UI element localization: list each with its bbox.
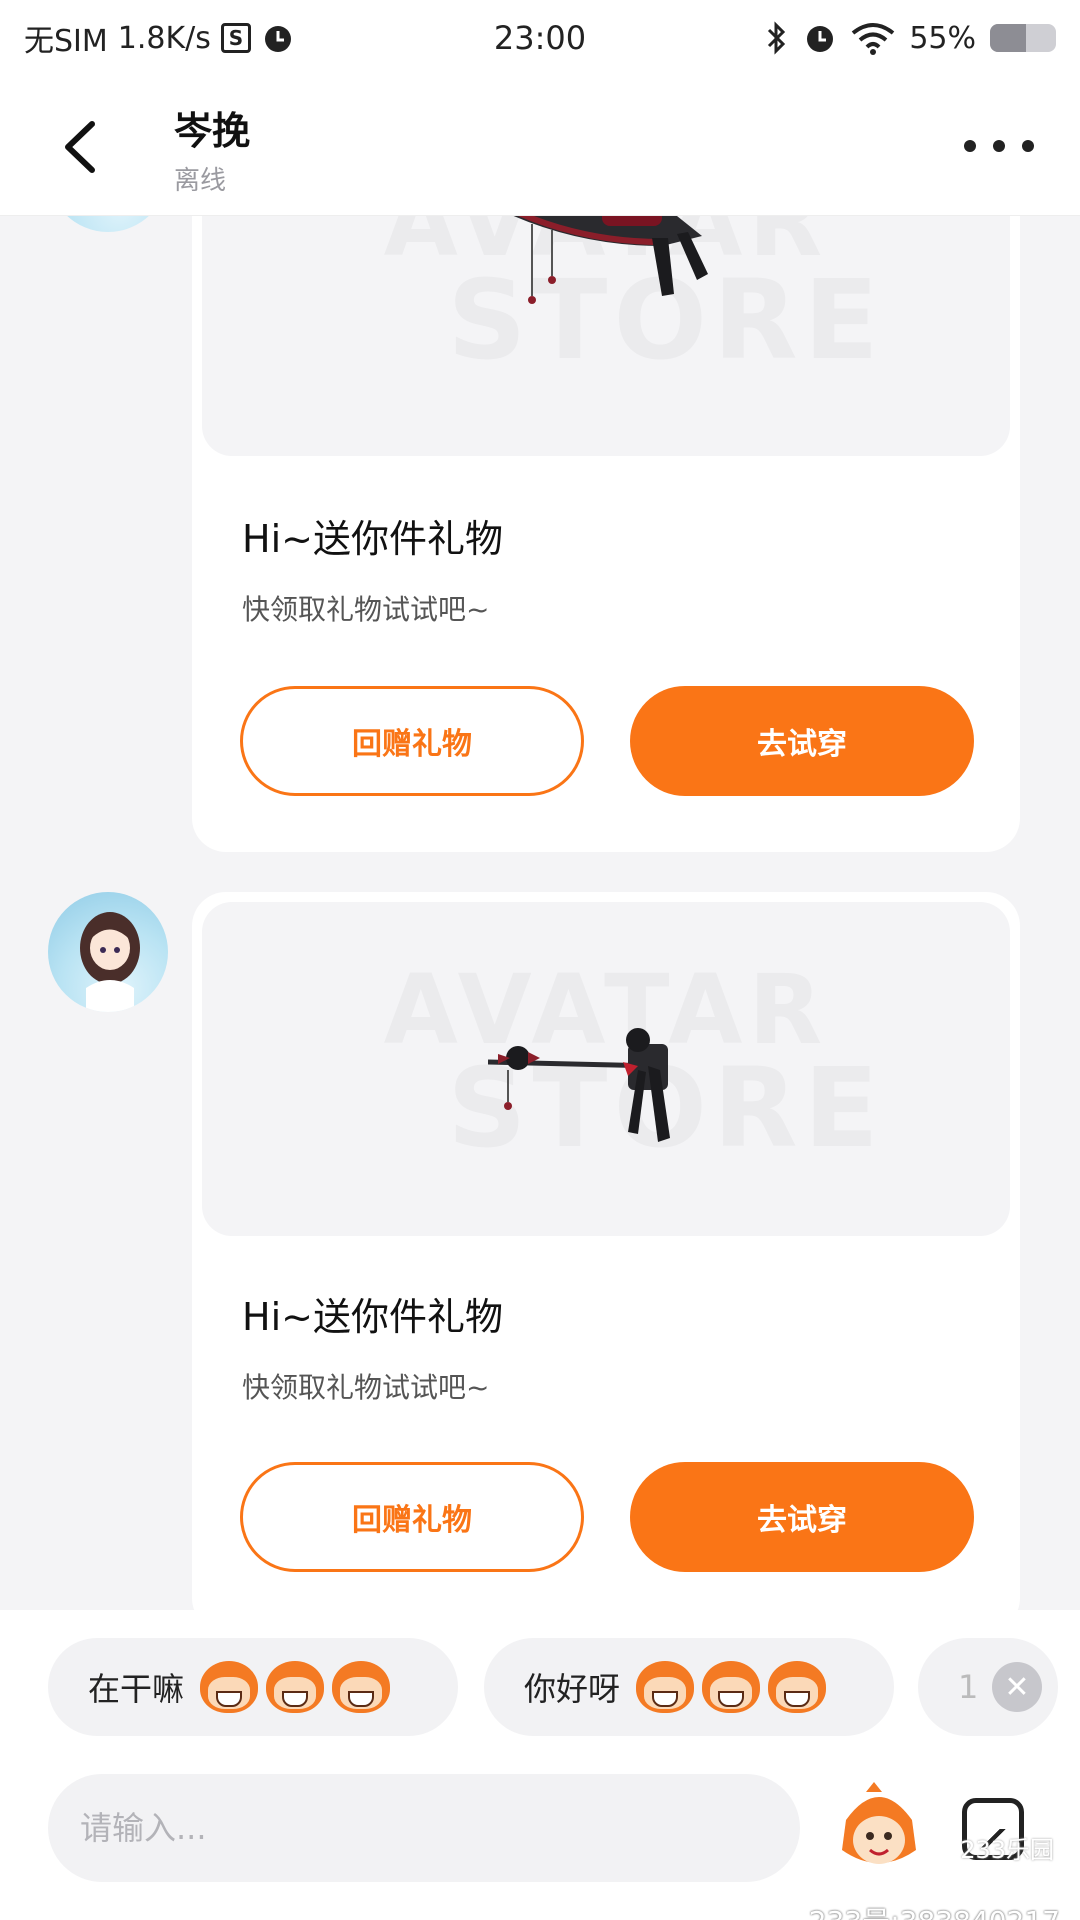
battery-icon <box>990 24 1056 52</box>
blush-emoji-icon <box>768 1661 827 1713</box>
quick-reply-bar: 在干嘛 你好呀 1 ✕ <box>0 1610 1080 1760</box>
dot-icon <box>993 140 1005 152</box>
quick-reply-chip[interactable]: 你好呀 <box>484 1638 894 1736</box>
gift-title: Hi~送你件礼物 <box>242 1295 503 1339</box>
bluetooth-icon <box>768 21 786 55</box>
mascot-icon <box>842 1782 916 1864</box>
dot-icon <box>1022 140 1034 152</box>
return-gift-button[interactable]: 回赠礼物 <box>240 1462 584 1572</box>
quick-reply-chip[interactable]: 在干嘛 <box>48 1638 458 1736</box>
back-button[interactable] <box>52 112 112 182</box>
quick-reply-text: 在干嘛 <box>88 1670 185 1708</box>
battery-percent: 55% <box>909 20 976 56</box>
status-right: 55% <box>765 20 1056 56</box>
chevron-left-icon <box>65 121 95 173</box>
grin-emoji-icon <box>332 1661 391 1713</box>
input-bar: 233乐园 233号:383840217 <box>0 1760 1080 1920</box>
more-options-button[interactable] <box>964 126 1034 166</box>
grin-emoji-icon <box>266 1661 325 1713</box>
status-left: 无SIM 1.8K/s S <box>24 16 295 60</box>
gift-hat-icon <box>513 216 708 304</box>
blush-emoji-icon <box>636 1661 695 1713</box>
sender-avatar[interactable] <box>48 216 168 232</box>
alarm-icon <box>264 26 291 52</box>
emoji-mascot-button[interactable] <box>836 1780 922 1874</box>
blush-emoji-icon <box>702 1661 761 1713</box>
quick-reply-text: 你好呀 <box>524 1670 621 1708</box>
network-speed: 1.8K/s <box>117 20 211 56</box>
avatar-girl-icon <box>80 912 140 1012</box>
grin-emoji-icon <box>200 1661 259 1713</box>
close-quick-replies-button[interactable]: ✕ <box>992 1662 1042 1712</box>
alarm-icon <box>807 26 834 52</box>
try-on-button[interactable]: 去试穿 <box>630 1462 974 1572</box>
gift-preview-image[interactable]: AVATAR STORE <box>202 902 1010 1236</box>
battery-fill <box>990 24 1027 52</box>
carrier-text: 无SIM <box>24 24 108 59</box>
close-icon: ✕ <box>1004 1669 1030 1705</box>
try-on-button[interactable]: 去试穿 <box>630 686 974 796</box>
gift-preview-image[interactable]: AVATAR STORE <box>202 216 1010 456</box>
wifi-icon <box>852 23 895 55</box>
dot-icon <box>964 140 976 152</box>
status-bar: 无SIM 1.8K/s S 23:00 55% <box>0 0 1080 76</box>
account-id-watermark: 233号:383840217 <box>809 1900 1060 1920</box>
quick-reply-text: 1 <box>958 1668 979 1706</box>
gift-message-card: AVATAR STORE Hi~送你件礼物 快领取礼物试试吧~ 回赠礼物 去试穿 <box>192 216 1020 852</box>
gift-title: Hi~送你件礼物 <box>242 517 503 561</box>
s-badge-icon: S <box>220 23 251 53</box>
message-input[interactable] <box>48 1774 800 1882</box>
return-gift-button[interactable]: 回赠礼物 <box>240 686 584 796</box>
sender-avatar[interactable] <box>48 892 168 1012</box>
gift-message-card: AVATAR STORE Hi~送你件礼物 快领取礼物试试吧~ 回赠礼物 去试穿 <box>192 892 1020 1610</box>
contact-name: 岑挽 <box>174 109 251 153</box>
gift-description: 快领取礼物试试吧~ <box>242 593 490 626</box>
contact-status: 离线 <box>174 166 227 196</box>
app-watermark-logo: 233乐园 <box>960 1836 1054 1864</box>
gift-wand-icon <box>488 1028 670 1142</box>
chat-header: 岑挽 离线 <box>0 76 1080 216</box>
message-list[interactable]: AVATAR STORE Hi~送你件礼物 快领取礼物试试吧~ 回赠礼物 去试穿 <box>0 216 1080 1610</box>
gift-description: 快领取礼物试试吧~ <box>242 1371 490 1404</box>
